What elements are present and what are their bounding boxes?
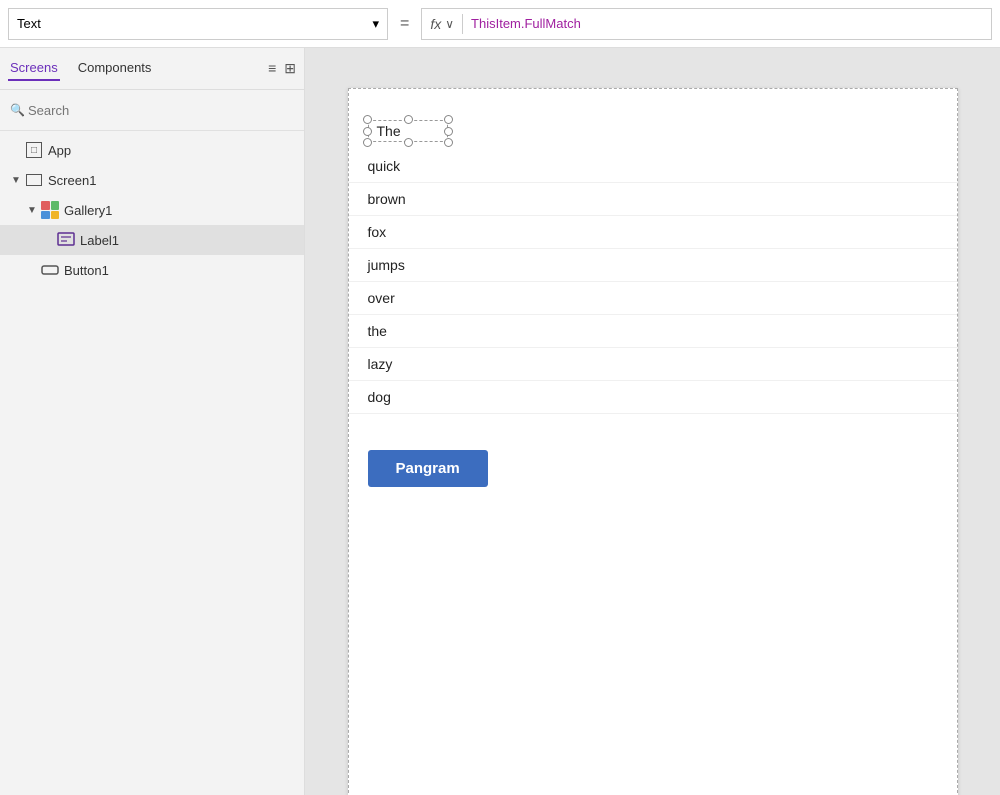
fx-chevron-icon: ∨ xyxy=(445,17,454,31)
gallery-item-selected[interactable]: The xyxy=(348,108,958,146)
tab-screens[interactable]: Screens xyxy=(8,56,60,81)
screen1-label: Screen1 xyxy=(48,173,96,188)
button-icon xyxy=(40,260,60,280)
gallery-item-brown[interactable]: brown xyxy=(348,183,958,216)
handle-bc[interactable] xyxy=(404,138,413,147)
label-selected-container: The xyxy=(368,120,448,142)
gallery-item-over[interactable]: over xyxy=(348,282,958,315)
tree-view: □ App ▼ Screen1 ▼ xyxy=(0,131,304,795)
screen-icon xyxy=(24,170,44,190)
gallery-item-fox[interactable]: fox xyxy=(348,216,958,249)
left-panel: Screens Components ≡ ⊞ □ App xyxy=(0,48,305,795)
label1-label: Label1 xyxy=(80,233,119,248)
gallery-list: The quick brown fox jumps xyxy=(348,88,958,434)
app-icon: □ xyxy=(24,140,44,160)
handle-tr[interactable] xyxy=(444,115,453,124)
gallery-item-jumps[interactable]: jumps xyxy=(348,249,958,282)
handle-bl[interactable] xyxy=(363,138,372,147)
tree-item-label1[interactable]: Label1 xyxy=(0,225,304,255)
handle-tc[interactable] xyxy=(404,115,413,124)
handle-mr[interactable] xyxy=(444,127,453,136)
handle-br[interactable] xyxy=(444,138,453,147)
tree-item-gallery1[interactable]: ▼ Gallery1 xyxy=(0,195,304,225)
canvas-screen: The quick brown fox jumps xyxy=(348,88,958,795)
property-selector-label: Text xyxy=(17,16,41,31)
gallery1-chevron: ▼ xyxy=(24,205,40,216)
property-selector[interactable]: Text ▾ xyxy=(8,8,388,40)
gallery-item-dog[interactable]: dog xyxy=(348,381,958,414)
property-selector-chevron: ▾ xyxy=(372,16,379,32)
list-view-icon[interactable]: ≡ xyxy=(268,60,276,77)
handle-tl[interactable] xyxy=(363,115,372,124)
gallery-item-quick[interactable]: quick xyxy=(348,150,958,183)
search-wrap xyxy=(8,96,296,124)
pangram-button[interactable]: Pangram xyxy=(368,450,488,487)
button1-label: Button1 xyxy=(64,263,109,278)
tree-item-app[interactable]: □ App xyxy=(0,135,304,165)
main-area: Screens Components ≡ ⊞ □ App xyxy=(0,48,1000,795)
gallery1-label: Gallery1 xyxy=(64,203,112,218)
label-icon xyxy=(56,230,76,250)
grid-view-icon[interactable]: ⊞ xyxy=(284,60,296,77)
search-input[interactable] xyxy=(8,96,296,124)
formula-bar: Text ▾ = fx ∨ ThisItem.FullMatch xyxy=(0,0,1000,48)
panel-search xyxy=(0,90,304,131)
app-label: App xyxy=(48,143,71,158)
handle-ml[interactable] xyxy=(363,127,372,136)
gallery-item-the[interactable]: the xyxy=(348,315,958,348)
tab-components[interactable]: Components xyxy=(76,56,154,81)
fx-label: fx xyxy=(430,16,441,32)
screen1-chevron: ▼ xyxy=(8,175,24,186)
tree-item-screen1[interactable]: ▼ Screen1 xyxy=(0,165,304,195)
equals-sign: = xyxy=(396,15,413,33)
tree-item-button1[interactable]: Button1 xyxy=(0,255,304,285)
panel-tab-icons: ≡ ⊞ xyxy=(268,60,296,77)
gallery-icon xyxy=(40,200,60,220)
panel-tabs: Screens Components ≡ ⊞ xyxy=(0,48,304,90)
canvas-area: The quick brown fox jumps xyxy=(305,48,1000,795)
formula-input-area[interactable]: fx ∨ ThisItem.FullMatch xyxy=(421,8,992,40)
gallery-item-lazy[interactable]: lazy xyxy=(348,348,958,381)
fx-divider xyxy=(462,14,463,34)
formula-text: ThisItem.FullMatch xyxy=(471,16,581,31)
